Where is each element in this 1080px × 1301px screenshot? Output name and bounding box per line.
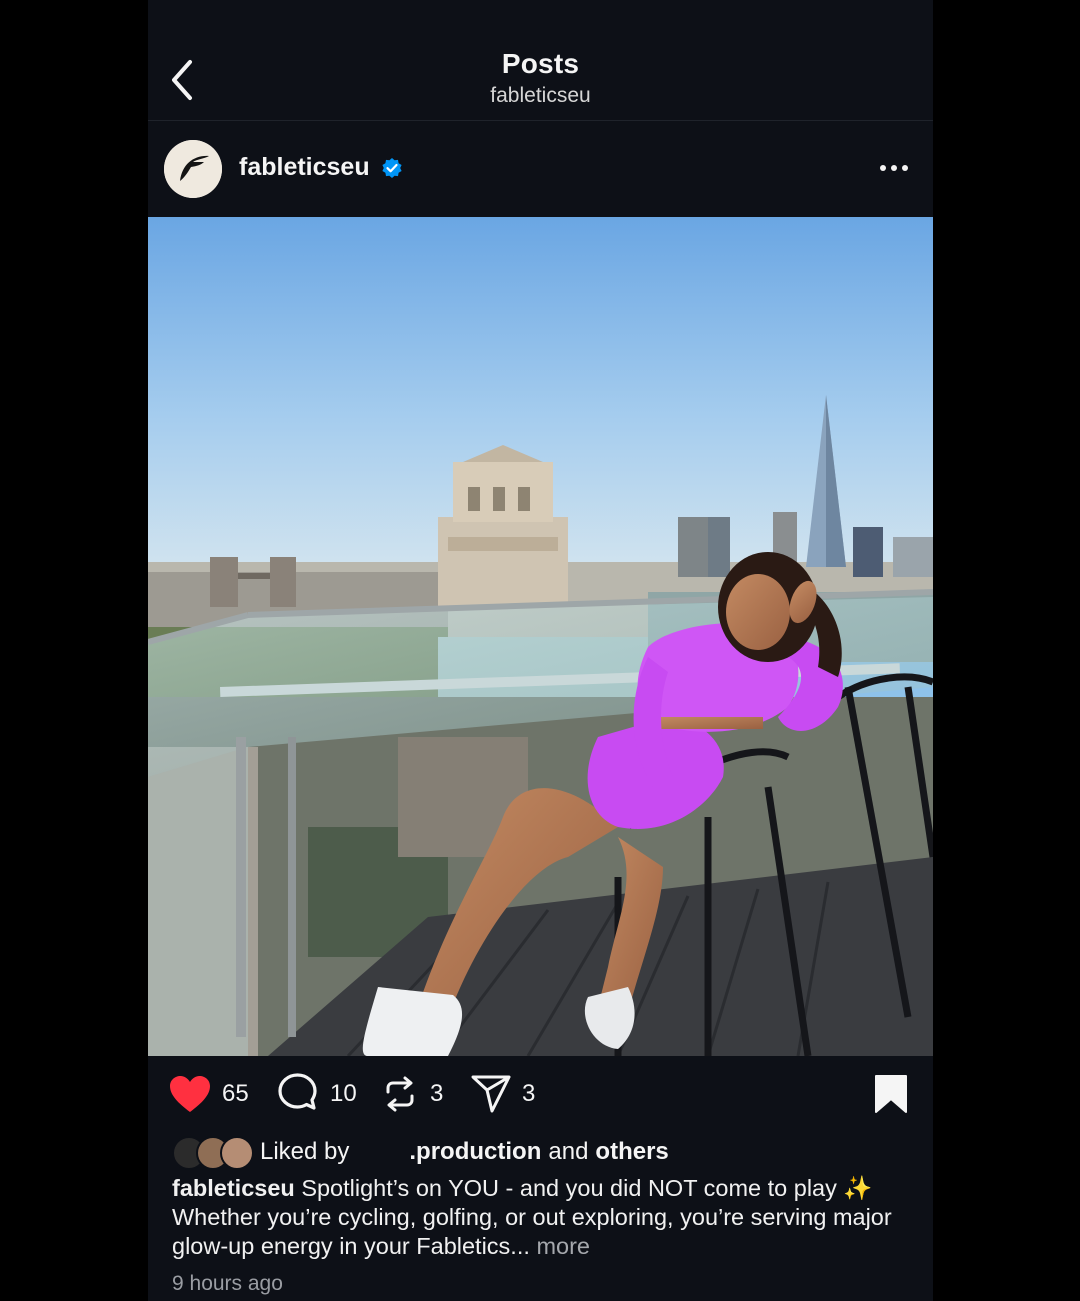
- post-action-bar: 65 10 3 3: [148, 1060, 933, 1124]
- repost-count: 3: [430, 1080, 444, 1107]
- post-image[interactable]: [148, 217, 933, 1056]
- like-button[interactable]: 65: [168, 1072, 249, 1116]
- post-header: fableticseu: [148, 121, 933, 216]
- rooftop-photo: [148, 217, 933, 1056]
- comment-button[interactable]: 10: [276, 1072, 357, 1116]
- post-username[interactable]: fableticseu: [239, 153, 370, 182]
- like-count: 65: [222, 1080, 249, 1107]
- verified-badge-icon: [382, 158, 402, 178]
- profile-avatar[interactable]: [164, 140, 222, 198]
- caption-username[interactable]: fableticseu: [172, 1175, 295, 1201]
- share-icon: [471, 1075, 511, 1113]
- liked-by-row[interactable]: Liked by .production and others: [172, 1134, 912, 1170]
- post-timestamp: 9 hours ago: [172, 1272, 283, 1295]
- liker-avatars: [172, 1135, 254, 1170]
- share-count: 3: [522, 1080, 536, 1107]
- repost-button[interactable]: 3: [380, 1072, 443, 1116]
- repost-icon: [386, 1076, 414, 1112]
- save-button[interactable]: [872, 1072, 910, 1116]
- comment-icon: [278, 1073, 317, 1110]
- liked-by-others[interactable]: others: [595, 1138, 668, 1166]
- brand-logo-icon: [164, 140, 222, 198]
- page-subtitle: fableticseu: [490, 84, 591, 107]
- app-frame: Posts fableticseu fableticseu 65 10 3 3 …: [148, 0, 933, 1301]
- liked-by-user[interactable]: .production: [409, 1138, 541, 1166]
- comment-count: 10: [330, 1080, 357, 1107]
- share-button[interactable]: 3: [470, 1072, 535, 1116]
- caption-more-link[interactable]: more: [536, 1233, 590, 1259]
- post-caption: fableticseu Spotlight’s on YOU - and you…: [172, 1174, 917, 1261]
- top-nav-bar: Posts fableticseu: [148, 0, 933, 121]
- bookmark-icon: [875, 1075, 907, 1113]
- liker-avatar: [220, 1136, 254, 1170]
- liked-by-prefix: Liked by: [260, 1138, 350, 1165]
- liked-by-joiner: and: [548, 1138, 589, 1165]
- page-title: Posts: [501, 48, 580, 79]
- more-options-icon[interactable]: [874, 153, 914, 183]
- heart-icon: [170, 1076, 210, 1112]
